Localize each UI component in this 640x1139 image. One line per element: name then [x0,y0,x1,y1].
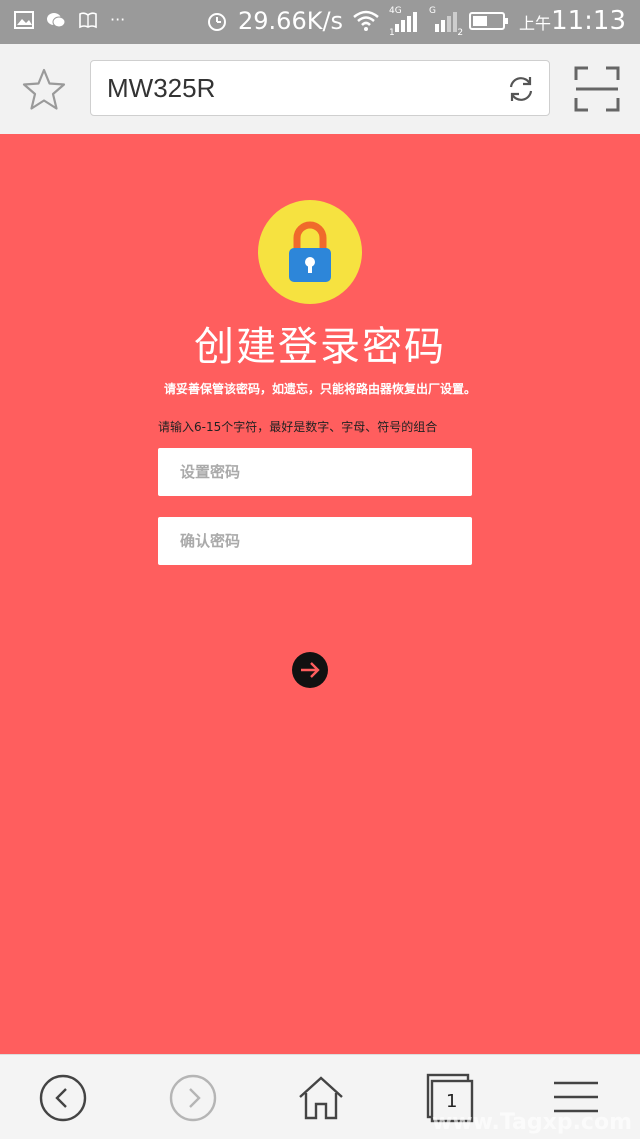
arrow-right-icon [301,662,320,678]
password-hint: 请输入6-15个字符，最好是数字、字母、符号的组合 [158,420,438,434]
clock-time: 11:13 [551,6,626,36]
forward-icon[interactable] [168,1073,218,1123]
url-text[interactable]: MW325R [107,73,215,104]
address-bar[interactable]: MW325R [90,60,550,116]
more-icon: ··· [110,10,126,29]
network-speed: 29.66K/s [238,7,344,35]
status-right: 29.66K/s 4G 1 G 2 上午11:13 [206,6,626,38]
reader-icon [79,11,97,28]
wifi-icon [353,10,379,31]
warning-note: 请妥善保管该密码，如遗忘，只能将路由器恢复出厂设置。 [163,382,476,396]
sim-label: 2 [457,28,464,38]
gallery-icon [14,10,34,29]
scan-icon[interactable] [574,66,620,112]
status-bar: ··· 29.66K/s 4G 1 G 2 上午11:13 [0,0,640,44]
page-title: 创建登录密码 [194,324,446,370]
status-left-icons: ··· [14,10,125,29]
refresh-icon[interactable] [505,73,537,105]
browser-bottom-bar: 1 www.Tagxp.com [0,1054,640,1139]
signal-4g-icon: 4G 1 [389,6,419,38]
wechat-icon [47,12,66,27]
router-setup-page: 创建登录密码 请妥善保管该密码，如遗忘，只能将路由器恢复出厂设置。 请输入6-1… [0,134,640,1054]
am-pm: 上午 [519,14,552,33]
browser-toolbar: MW325R [0,44,640,135]
star-icon[interactable] [20,66,68,114]
battery-icon [469,12,509,30]
confirm-password-field[interactable] [158,517,472,565]
sim-label: 1 [389,28,395,38]
home-icon[interactable] [296,1073,346,1123]
set-password-field[interactable] [158,448,472,496]
lock-badge [258,200,362,304]
signal-g-icon: G 2 [429,6,463,38]
tabs-count: 1 [446,1091,458,1112]
alarm-icon [208,13,226,31]
lock-icon [289,221,331,282]
back-icon[interactable] [38,1073,88,1123]
watermark: www.Tagxp.com [431,1110,632,1135]
next-button[interactable] [292,652,328,688]
